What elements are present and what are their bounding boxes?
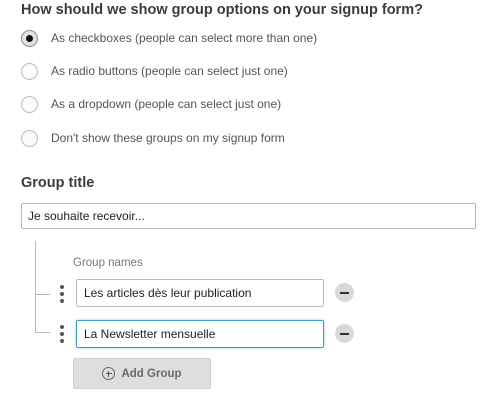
add-group-button[interactable]: Add Group bbox=[73, 358, 211, 389]
group-name-input[interactable] bbox=[76, 320, 324, 348]
tree-connector-line bbox=[35, 241, 36, 332]
drag-handle-icon[interactable] bbox=[57, 285, 67, 303]
option-radio-buttons[interactable]: As radio buttons (people can select just… bbox=[21, 60, 288, 82]
group-names-label: Group names bbox=[73, 257, 143, 269]
display-options-heading: How should we show group options on your… bbox=[21, 2, 423, 18]
remove-group-icon[interactable] bbox=[335, 324, 354, 343]
group-title-heading: Group title bbox=[21, 175, 95, 191]
drag-handle-icon[interactable] bbox=[57, 325, 67, 343]
group-name-input[interactable] bbox=[76, 279, 324, 307]
radio-hidden[interactable] bbox=[21, 129, 38, 147]
option-hidden[interactable]: Don't show these groups on my signup for… bbox=[21, 127, 285, 149]
tree-connector-branch bbox=[35, 294, 50, 295]
remove-group-icon[interactable] bbox=[335, 283, 354, 302]
add-group-label: Add Group bbox=[121, 367, 182, 380]
option-hidden-label: Don't show these groups on my signup for… bbox=[51, 131, 285, 145]
tree-connector-branch bbox=[35, 332, 50, 333]
option-checkboxes-label: As checkboxes (people can select more th… bbox=[51, 31, 318, 45]
group-title-input[interactable] bbox=[21, 203, 476, 229]
radio-radio-buttons[interactable] bbox=[21, 62, 38, 80]
option-dropdown-label: As a dropdown (people can select just on… bbox=[51, 97, 282, 111]
option-dropdown[interactable]: As a dropdown (people can select just on… bbox=[21, 93, 281, 115]
radio-checkboxes[interactable] bbox=[21, 29, 38, 47]
option-radio-buttons-label: As radio buttons (people can select just… bbox=[51, 64, 288, 78]
plus-circle-icon bbox=[102, 367, 116, 380]
radio-dropdown[interactable] bbox=[21, 95, 38, 113]
option-checkboxes[interactable]: As checkboxes (people can select more th… bbox=[21, 27, 317, 49]
